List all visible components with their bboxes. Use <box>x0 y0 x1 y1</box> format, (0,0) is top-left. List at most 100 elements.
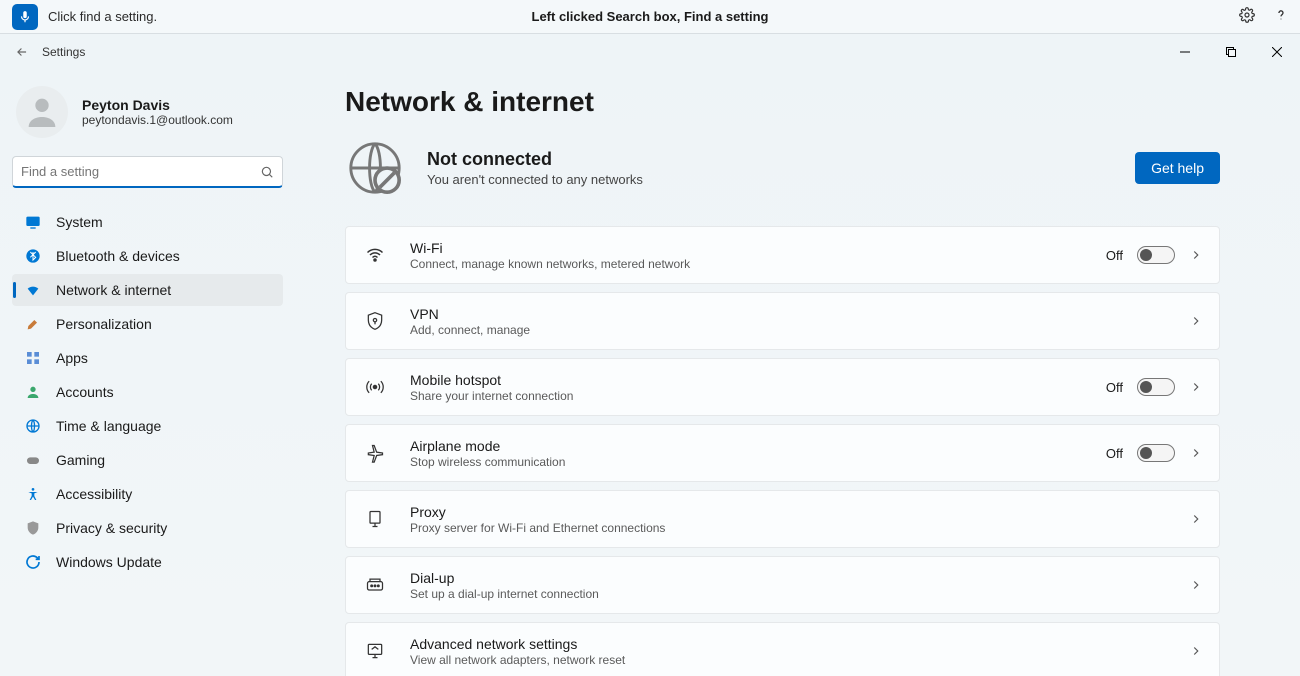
card-subtitle: Stop wireless communication <box>410 455 1106 469</box>
status-subtitle: You aren't connected to any networks <box>427 172 643 187</box>
sidebar-item-label: Accessibility <box>56 486 132 502</box>
maximize-icon <box>1226 47 1236 57</box>
card-title: Advanced network settings <box>410 636 1189 652</box>
mic-button[interactable] <box>12 4 38 30</box>
card-subtitle: Share your internet connection <box>410 389 1106 403</box>
card-wifi[interactable]: Wi-Fi Connect, manage known networks, me… <box>345 226 1220 284</box>
chevron-right-icon <box>1189 446 1203 460</box>
card-title: Airplane mode <box>410 438 1106 454</box>
status-title: Not connected <box>427 149 643 170</box>
person-icon <box>22 92 62 132</box>
page-title: Network & internet <box>345 86 1220 118</box>
card-advanced[interactable]: Advanced network settings View all netwo… <box>345 622 1220 676</box>
card-title: Mobile hotspot <box>410 372 1106 388</box>
card-subtitle: View all network adapters, network reset <box>410 653 1189 667</box>
card-dialup[interactable]: Dial-up Set up a dial-up internet connec… <box>345 556 1220 614</box>
sidebar-item-gaming[interactable]: Gaming <box>12 444 283 476</box>
minimize-icon <box>1180 47 1190 57</box>
sidebar-item-system[interactable]: System <box>12 206 283 238</box>
search-box[interactable] <box>12 156 283 188</box>
card-proxy[interactable]: Proxy Proxy server for Wi-Fi and Etherne… <box>345 490 1220 548</box>
advanced-network-icon <box>362 641 388 661</box>
arrow-left-icon <box>15 45 29 59</box>
connection-status: Not connected You aren't connected to an… <box>345 138 1220 198</box>
content-area: Network & internet Not connected You are… <box>295 70 1300 676</box>
globe-icon <box>24 417 42 435</box>
sidebar-item-apps[interactable]: Apps <box>12 342 283 374</box>
toggle-label: Off <box>1106 248 1123 263</box>
card-airplane[interactable]: Airplane mode Stop wireless communicatio… <box>345 424 1220 482</box>
sidebar-item-bluetooth[interactable]: Bluetooth & devices <box>12 240 283 272</box>
dialup-icon <box>362 575 388 595</box>
chevron-right-icon <box>1189 248 1203 262</box>
gaming-icon <box>24 451 42 469</box>
search-icon <box>260 165 274 179</box>
get-help-button[interactable]: Get help <box>1135 152 1220 184</box>
sidebar-item-network[interactable]: Network & internet <box>12 274 283 306</box>
sidebar: Peyton Davis peytondavis.1@outlook.com S… <box>0 70 295 676</box>
account-block[interactable]: Peyton Davis peytondavis.1@outlook.com <box>12 78 283 156</box>
hotspot-icon <box>362 377 388 397</box>
proxy-icon <box>362 509 388 529</box>
sidebar-item-label: Time & language <box>56 418 161 434</box>
toggle-label: Off <box>1106 446 1123 461</box>
close-button[interactable] <box>1254 34 1300 70</box>
help-icon[interactable] <box>1272 6 1290 24</box>
titlebar: Settings <box>0 34 1300 70</box>
sidebar-item-label: Apps <box>56 350 88 366</box>
sidebar-item-update[interactable]: Windows Update <box>12 546 283 578</box>
shield-icon <box>24 519 42 537</box>
back-button[interactable] <box>12 42 32 62</box>
accessibility-icon <box>24 485 42 503</box>
sidebar-item-label: Network & internet <box>56 282 171 298</box>
card-vpn[interactable]: VPN Add, connect, manage <box>345 292 1220 350</box>
card-subtitle: Add, connect, manage <box>410 323 1189 337</box>
vpn-shield-icon <box>362 311 388 331</box>
app-title: Settings <box>42 45 85 59</box>
mic-icon <box>18 10 32 24</box>
chevron-right-icon <box>1189 512 1203 526</box>
sidebar-item-time[interactable]: Time & language <box>12 410 283 442</box>
minimize-button[interactable] <box>1162 34 1208 70</box>
voice-hint: Click find a setting. <box>48 9 157 24</box>
wifi-signal-icon <box>362 245 388 265</box>
sidebar-item-label: Privacy & security <box>56 520 167 536</box>
sidebar-item-label: Accounts <box>56 384 114 400</box>
search-input[interactable] <box>21 164 260 179</box>
sidebar-item-privacy[interactable]: Privacy & security <box>12 512 283 544</box>
action-caption: Left clicked Search box, Find a setting <box>0 9 1300 24</box>
card-title: Wi-Fi <box>410 240 1106 256</box>
chevron-right-icon <box>1189 578 1203 592</box>
voice-bar: Click find a setting. Left clicked Searc… <box>0 0 1300 34</box>
airplane-icon <box>362 443 388 463</box>
maximize-button[interactable] <box>1208 34 1254 70</box>
chevron-right-icon <box>1189 314 1203 328</box>
toggle-label: Off <box>1106 380 1123 395</box>
chevron-right-icon <box>1189 380 1203 394</box>
chevron-right-icon <box>1189 644 1203 658</box>
settings-gear-icon[interactable] <box>1238 6 1256 24</box>
sidebar-item-accounts[interactable]: Accounts <box>12 376 283 408</box>
sidebar-item-label: Windows Update <box>56 554 162 570</box>
sidebar-item-label: System <box>56 214 103 230</box>
avatar <box>16 86 68 138</box>
sidebar-item-personalization[interactable]: Personalization <box>12 308 283 340</box>
account-email: peytondavis.1@outlook.com <box>82 113 233 127</box>
card-title: Proxy <box>410 504 1189 520</box>
card-subtitle: Connect, manage known networks, metered … <box>410 257 1106 271</box>
apps-icon <box>24 349 42 367</box>
airplane-toggle[interactable] <box>1137 444 1175 462</box>
hotspot-toggle[interactable] <box>1137 378 1175 396</box>
update-icon <box>24 553 42 571</box>
card-title: VPN <box>410 306 1189 322</box>
wifi-toggle[interactable] <box>1137 246 1175 264</box>
card-subtitle: Proxy server for Wi-Fi and Ethernet conn… <box>410 521 1189 535</box>
sidebar-item-label: Personalization <box>56 316 152 332</box>
wifi-icon <box>24 281 42 299</box>
accounts-icon <box>24 383 42 401</box>
card-hotspot[interactable]: Mobile hotspot Share your internet conne… <box>345 358 1220 416</box>
sidebar-item-accessibility[interactable]: Accessibility <box>12 478 283 510</box>
sidebar-item-label: Gaming <box>56 452 105 468</box>
sidebar-item-label: Bluetooth & devices <box>56 248 180 264</box>
monitor-icon <box>24 213 42 231</box>
